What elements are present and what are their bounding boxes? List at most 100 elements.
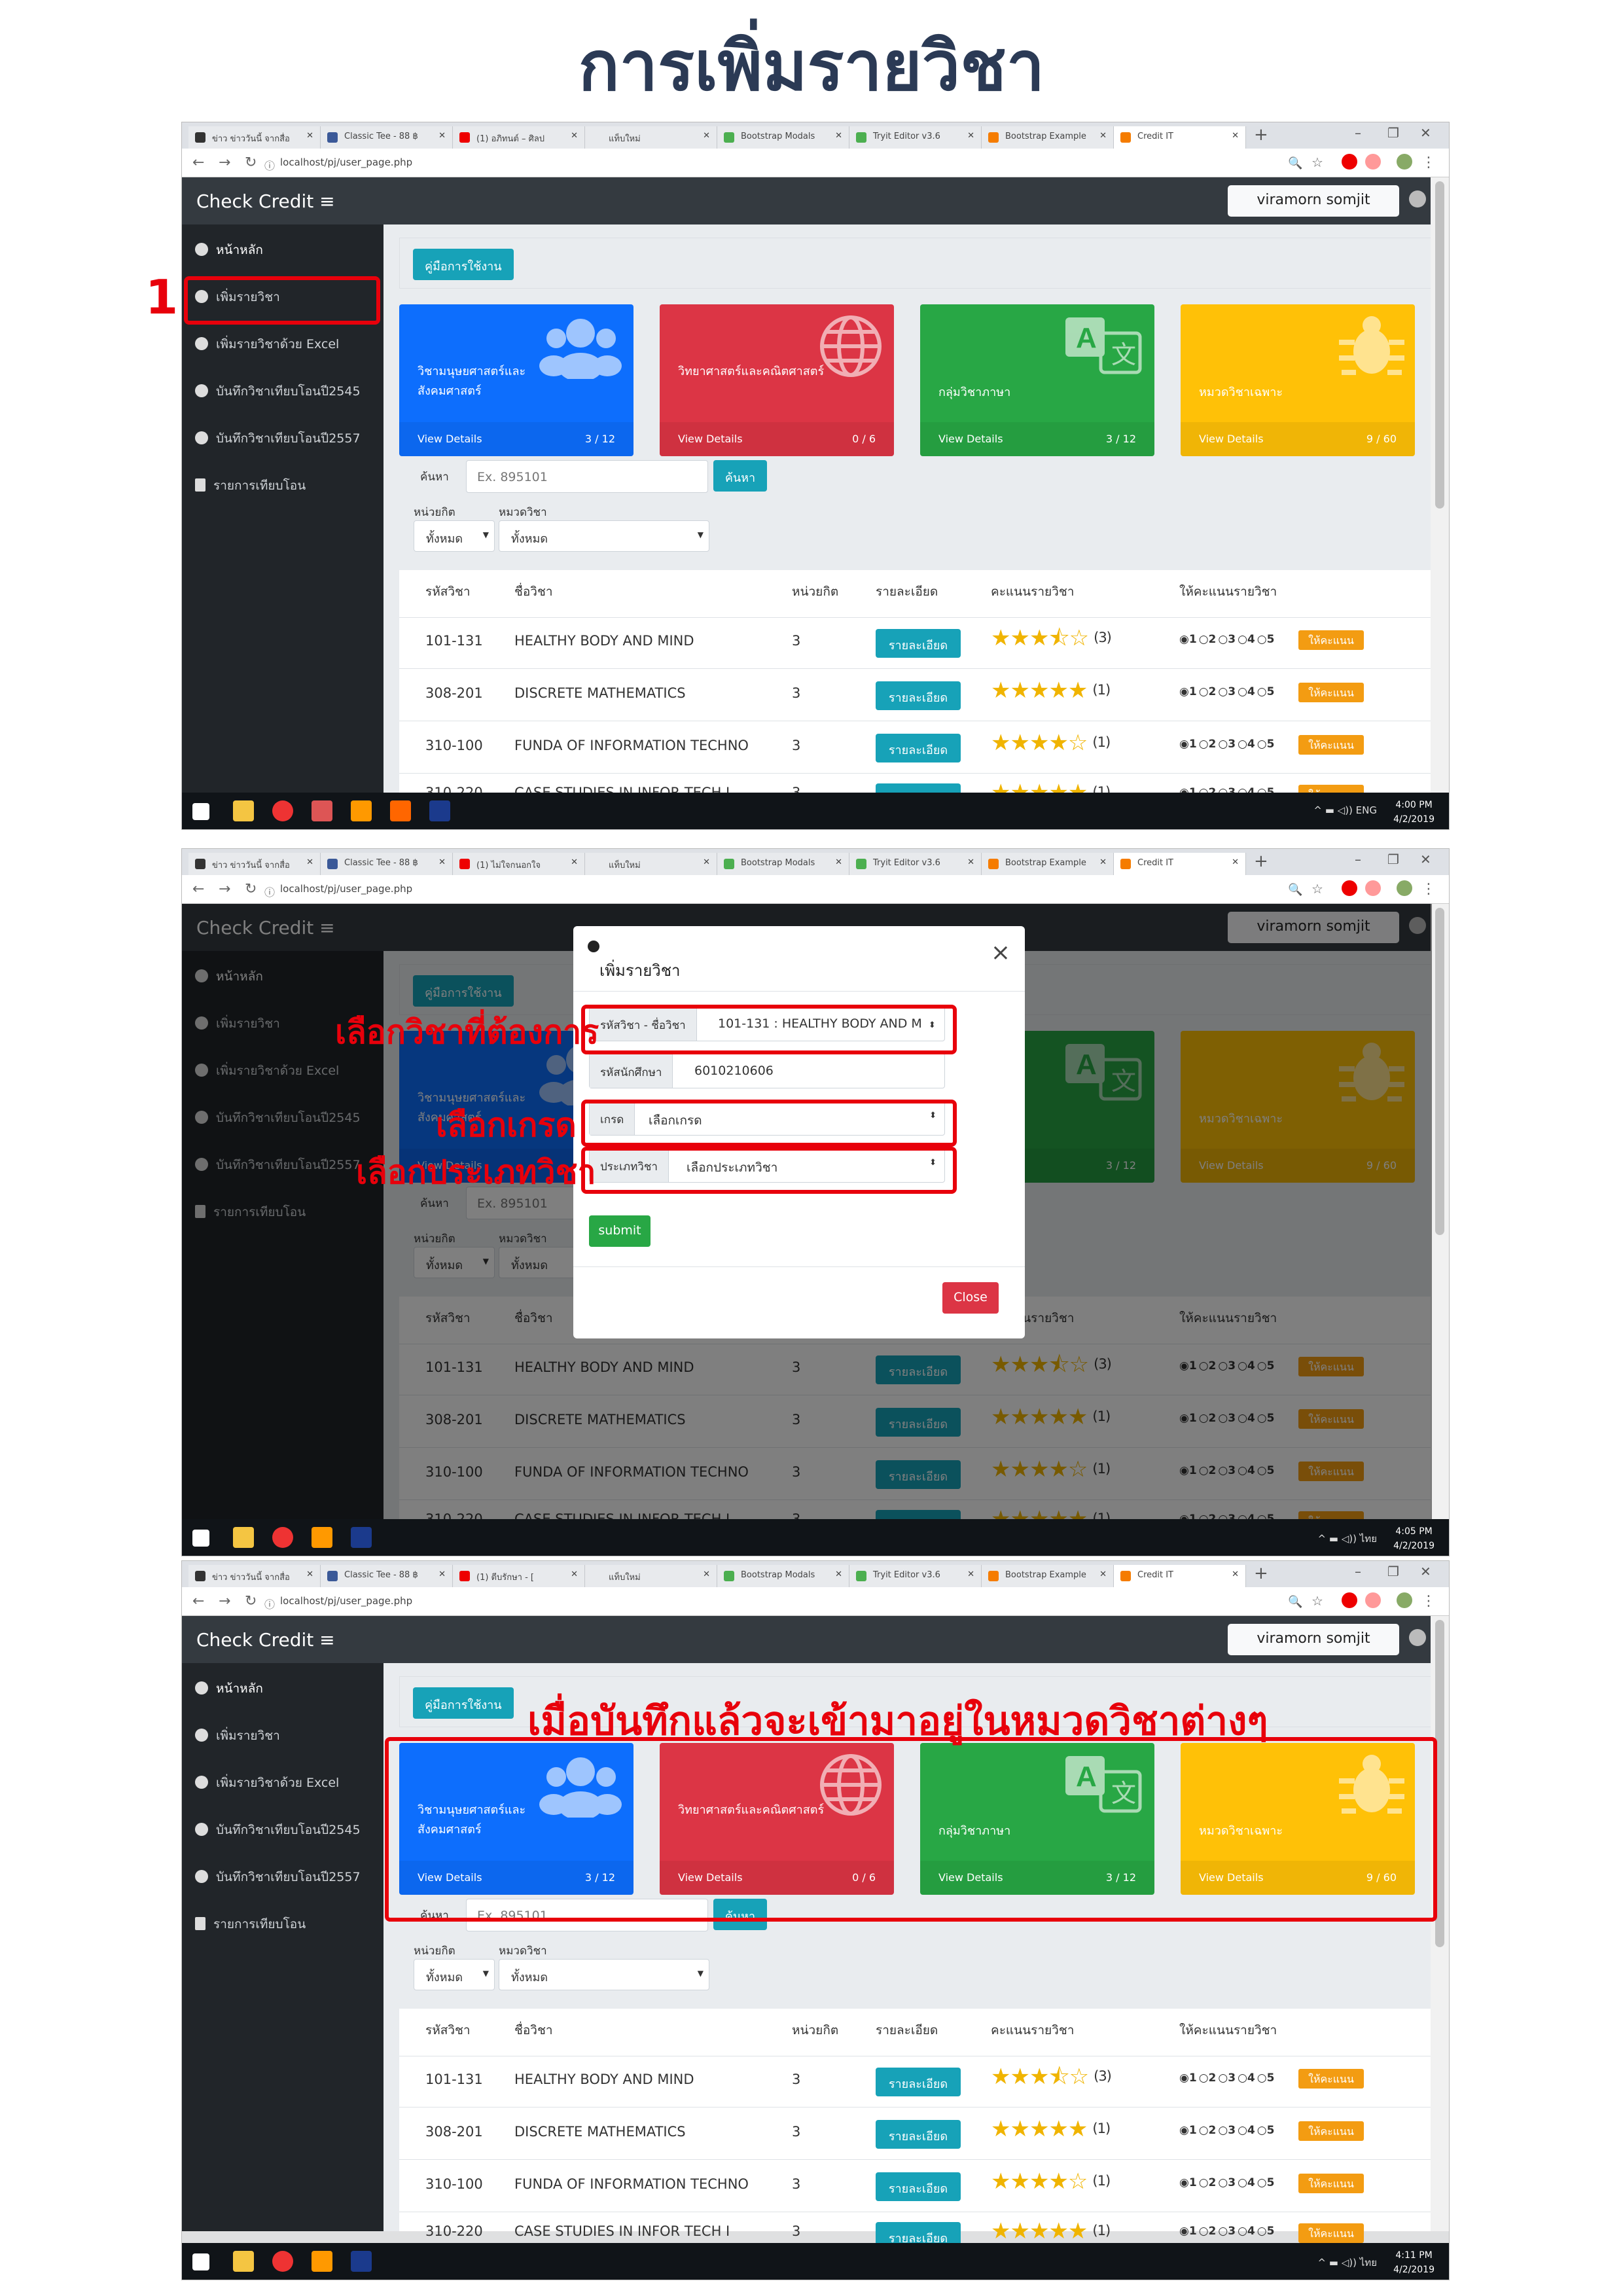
sidebar-item-home[interactable]: หน้าหลัก	[195, 1679, 263, 1698]
sidebar-item-transfer-2545[interactable]: บันทึกวิชาเทียบโอนปี2545	[195, 1820, 361, 1840]
radio-4[interactable]: ○4	[1238, 633, 1255, 646]
detail-button[interactable]: รายละเอียด	[876, 629, 961, 658]
profile-avatar-icon[interactable]	[1397, 154, 1412, 170]
radio-2[interactable]: ○2	[1199, 738, 1217, 751]
close-tab-icon[interactable]: ✕	[1232, 1570, 1239, 1579]
close-tab-icon[interactable]: ✕	[835, 857, 842, 867]
sidebar-item-transfer-list[interactable]: รายการเทียบโอน	[195, 476, 306, 495]
close-tab-icon[interactable]: ✕	[571, 1570, 578, 1579]
radio-4[interactable]: ○4	[1238, 2072, 1255, 2085]
radio-2[interactable]: ○2	[1199, 2225, 1217, 2238]
radio-1[interactable]: ◉1	[1179, 738, 1197, 751]
tab[interactable]: Tryit Editor v3.6 ✕	[849, 1565, 982, 1587]
hamburger-icon[interactable]: ≡	[319, 190, 334, 212]
page-scrollbar[interactable]	[1431, 904, 1449, 1519]
category-card-humanities[interactable]: วิชามนุษยศาสตร์และสังคมศาสตร์ View Detai…	[399, 304, 633, 456]
menu-dots-icon[interactable]: ⋮	[1421, 1593, 1436, 1609]
maximize-icon[interactable]: ❐	[1387, 1564, 1399, 1579]
search-input[interactable]: Ex. 895101	[466, 460, 708, 493]
category-card-language[interactable]: A文 กลุ่มวิชาภาษา View Details 3 / 12	[920, 304, 1154, 456]
sidebar-item-transfer-2545[interactable]: บันทึกวิชาเทียบโอนปี2545	[195, 382, 361, 401]
back-icon[interactable]: ←	[192, 1593, 204, 1609]
sidebar-item-add-excel[interactable]: เพิ่มรายวิชาด้วย Excel	[195, 334, 339, 354]
radio-4[interactable]: ○4	[1238, 2124, 1255, 2137]
close-tab-icon[interactable]: ✕	[438, 1570, 446, 1579]
rate-button[interactable]: ให้คะแนน	[1298, 735, 1364, 755]
close-tab-icon[interactable]: ✕	[1099, 131, 1107, 141]
new-tab-icon[interactable]: +	[1254, 852, 1268, 871]
close-tab-icon[interactable]: ✕	[967, 857, 974, 867]
input-language[interactable]: ไทย	[1360, 2257, 1377, 2269]
close-tab-icon[interactable]: ✕	[306, 857, 313, 867]
detail-button[interactable]: รายละเอียด	[876, 2120, 961, 2149]
clock[interactable]: 4:05 PM 4/2/2019	[1393, 1524, 1435, 1553]
category-filter-select[interactable]: ทั้งหมด ▼	[499, 520, 709, 552]
radio-2[interactable]: ○2	[1199, 2176, 1217, 2189]
extension-icon[interactable]	[1365, 154, 1381, 170]
close-icon[interactable]: ×	[991, 939, 1010, 966]
sidebar-item-transfer-2557[interactable]: บันทึกวิชาเทียบโอนปี2557	[195, 1867, 361, 1887]
view-details-link[interactable]: View Details	[418, 433, 482, 445]
radio-5[interactable]: ○5	[1257, 2072, 1275, 2085]
tab-active[interactable]: Credit IT ✕	[1114, 853, 1246, 875]
windows-start-icon[interactable]	[192, 1530, 209, 1547]
close-tab-icon[interactable]: ✕	[1099, 857, 1107, 867]
radio-2[interactable]: ○2	[1199, 685, 1217, 698]
page-scrollbar[interactable]	[1431, 177, 1449, 793]
system-tray[interactable]: ^ ▬ ◁)) ไทย	[1317, 2255, 1377, 2270]
submit-button[interactable]: submit	[589, 1215, 651, 1247]
scroll-thumb[interactable]	[1435, 181, 1444, 509]
credit-filter-select[interactable]: ทั้งหมด ▼	[414, 1959, 495, 1990]
close-tab-icon[interactable]: ✕	[306, 1570, 313, 1579]
detail-button[interactable]: รายละเอียด	[876, 681, 961, 710]
close-tab-icon[interactable]: ✕	[1099, 1570, 1107, 1579]
radio-3[interactable]: ○3	[1218, 738, 1236, 751]
tab[interactable]: Bootstrap Modals ✕	[717, 853, 849, 875]
tab[interactable]: ข่าว ข่าววันนี้ จากสื่อ ✕	[188, 853, 321, 875]
close-tab-icon[interactable]: ✕	[967, 131, 974, 141]
tab[interactable]: Tryit Editor v3.6 ✕	[849, 126, 982, 149]
hamburger-icon[interactable]: ≡	[319, 1629, 334, 1651]
photoshop-icon[interactable]	[351, 2251, 372, 2272]
page-scrollbar[interactable]	[1431, 1616, 1449, 2231]
close-tab-icon[interactable]: ✕	[571, 857, 578, 867]
tab[interactable]: Classic Tee - 88 ฿ ✕	[321, 853, 453, 875]
tab[interactable]: Bootstrap Example ✕	[982, 853, 1114, 875]
photoshop-icon[interactable]	[351, 1527, 372, 1548]
close-tab-icon[interactable]: ✕	[1232, 857, 1239, 867]
radio-1[interactable]: ◉1	[1179, 2072, 1197, 2085]
system-tray[interactable]: ^ ▬ ◁)) ไทย	[1317, 1531, 1377, 1547]
back-icon[interactable]: ←	[192, 881, 204, 897]
close-tab-icon[interactable]: ✕	[703, 857, 710, 867]
extension-icon[interactable]	[1365, 1592, 1381, 1608]
radio-4[interactable]: ○4	[1238, 2225, 1255, 2238]
rating-radio-group[interactable]: ◉1○2○3○4○5	[1179, 2124, 1276, 2137]
search-button[interactable]: ค้นหา	[713, 460, 767, 492]
credit-filter-select[interactable]: ทั้งหมด ▼	[414, 520, 495, 552]
tab-active[interactable]: Credit IT ✕	[1114, 126, 1246, 149]
tab[interactable]: Tryit Editor v3.6 ✕	[849, 853, 982, 875]
rate-button[interactable]: ให้คะแนน	[1298, 2174, 1364, 2193]
close-tab-icon[interactable]: ✕	[967, 1570, 974, 1579]
input-language[interactable]: ENG	[1356, 804, 1377, 816]
close-window-icon[interactable]: ✕	[1420, 852, 1431, 867]
close-tab-icon[interactable]: ✕	[306, 131, 313, 141]
chrome-icon[interactable]	[272, 2251, 293, 2272]
rate-button[interactable]: ให้คะแนน	[1298, 2069, 1364, 2089]
radio-2[interactable]: ○2	[1199, 633, 1217, 646]
sidebar-item-transfer-list[interactable]: รายการเทียบโอน	[195, 1914, 306, 1934]
new-tab-icon[interactable]: +	[1254, 1564, 1268, 1583]
radio-3[interactable]: ○3	[1218, 633, 1236, 646]
student-id-value[interactable]: 6010210606	[694, 1064, 774, 1078]
user-button[interactable]: viramorn somjit	[1228, 1624, 1399, 1655]
forward-icon[interactable]: →	[219, 1593, 230, 1609]
maximize-icon[interactable]: ❐	[1387, 125, 1399, 141]
radio-1[interactable]: ◉1	[1179, 2124, 1197, 2137]
brand[interactable]: Check Credit ≡	[196, 1629, 335, 1651]
sidebar-item-home[interactable]: หน้าหลัก	[195, 240, 263, 260]
minimize-icon[interactable]: –	[1355, 852, 1361, 867]
url-field[interactable]: localhost/pj/user_page.php	[280, 1595, 412, 1607]
radio-1[interactable]: ◉1	[1179, 633, 1197, 646]
sublime-text-icon[interactable]	[312, 2251, 332, 2272]
close-tab-icon[interactable]: ✕	[703, 1570, 710, 1579]
